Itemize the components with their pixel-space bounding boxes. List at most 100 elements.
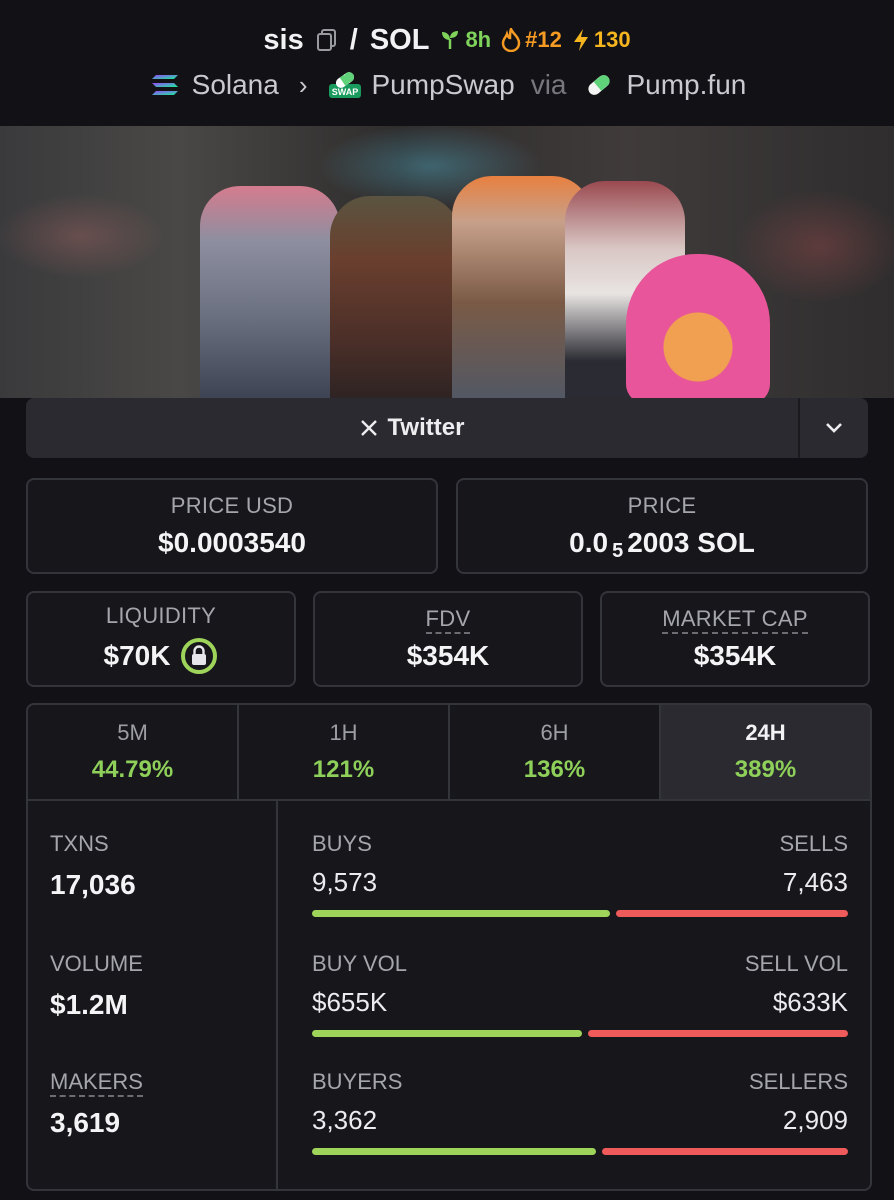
price-native-box: PRICE 0.0 5 2003 SOL xyxy=(456,478,868,574)
boost-count: 130 xyxy=(593,27,631,52)
lock-icon[interactable] xyxy=(180,637,218,675)
fdv-label: FDV xyxy=(425,606,471,634)
price-native-label: PRICE xyxy=(627,493,697,518)
lightning-icon xyxy=(573,29,588,51)
token-symbol: sis xyxy=(263,23,304,56)
volume-label: VOLUME xyxy=(50,951,143,976)
liquidity-value: $70K xyxy=(103,640,171,671)
pumpswap-icon: SWAP xyxy=(328,72,361,98)
token-banner-image xyxy=(0,126,894,398)
makers-metric[interactable]: MAKERS 3,619 xyxy=(50,1069,143,1139)
makers-bar xyxy=(312,1148,848,1155)
sprout-icon xyxy=(442,31,459,49)
activity-panel: 5M 44.79% 1H 121% 6H 136% 24H 389% TXNS … xyxy=(26,703,872,1191)
fdv-value: $354K xyxy=(406,640,490,671)
title-row: sis / SOL 8h #12 130 xyxy=(0,20,894,60)
sell-vol-label: SELL VOL xyxy=(744,951,848,976)
buy-bar-fill xyxy=(312,1030,582,1037)
buyers-sellers-split: BUYERS SELLERS 3,362 2,909 xyxy=(312,1069,848,1155)
price-usd-box: PRICE USD $0.0003540 xyxy=(26,478,438,574)
quote-symbol: SOL xyxy=(369,23,430,56)
age-value: 8h xyxy=(465,27,492,52)
sell-bar-fill xyxy=(588,1030,848,1037)
tab-label: 24H xyxy=(745,720,786,745)
twitter-label: Twitter xyxy=(387,414,465,441)
sellers-label: SELLERS xyxy=(748,1069,848,1094)
price-usd-value: $0.0003540 xyxy=(158,527,306,558)
sell-bar-fill xyxy=(616,910,848,917)
price-suffix: 2003 SOL xyxy=(627,527,755,558)
breadcrumb: Solana › SWAP PumpSwap via Pump.fun xyxy=(0,66,894,104)
tab-1h[interactable]: 1H 121% xyxy=(239,705,450,799)
age-badge: 8h xyxy=(439,27,491,53)
tab-change: 389% xyxy=(734,756,797,783)
buyers-label: BUYERS xyxy=(312,1069,403,1094)
totals-column: TXNS 17,036 VOLUME $1.2M MAKERS 3,619 xyxy=(28,801,278,1189)
twitter-button[interactable]: Twitter xyxy=(26,398,800,458)
boost-badge[interactable]: 130 xyxy=(572,27,631,53)
svg-text:SWAP: SWAP xyxy=(331,87,358,97)
tab-label: 6H xyxy=(540,720,569,745)
buy-vol-value: $655K xyxy=(312,987,388,1017)
liquidity-row: $70K xyxy=(104,637,219,675)
copy-icon[interactable] xyxy=(316,28,338,52)
makers-label: MAKERS xyxy=(50,1069,143,1097)
trending-badge[interactable]: #12 xyxy=(501,27,562,53)
tab-change: 121% xyxy=(312,756,375,783)
sell-vol-value: $633K xyxy=(772,987,848,1017)
chevron-right-icon: › xyxy=(298,69,308,100)
sells-value: 7,463 xyxy=(782,867,848,897)
chain-link[interactable]: Solana xyxy=(192,69,279,101)
txns-value: 17,036 xyxy=(50,869,136,900)
volume-metric: VOLUME $1.2M xyxy=(50,951,143,1021)
buys-label: BUYS xyxy=(312,831,372,856)
sells-label: SELLS xyxy=(779,831,849,856)
sellers-value: 2,909 xyxy=(782,1105,848,1135)
socials-dropdown-button[interactable] xyxy=(800,398,868,458)
x-logo-icon xyxy=(360,420,377,436)
price-zero-count: 5 xyxy=(612,539,624,562)
buys-sells-bar xyxy=(312,910,848,917)
buys-sells-split: BUYS SELLS 9,573 7,463 xyxy=(312,831,848,917)
timeframe-tabs: 5M 44.79% 1H 121% 6H 136% 24H 389% xyxy=(28,705,870,801)
txns-metric: TXNS 17,036 xyxy=(50,831,136,901)
tab-change: 136% xyxy=(523,756,586,783)
launchpad-link[interactable]: Pump.fun xyxy=(626,69,746,101)
liquidity-box: LIQUIDITY $70K xyxy=(26,591,296,687)
tab-label: 1H xyxy=(329,720,358,745)
price-usd-label: PRICE USD xyxy=(170,493,294,518)
tab-change: 44.79% xyxy=(91,756,174,783)
tab-5m[interactable]: 5M 44.79% xyxy=(28,705,239,799)
tab-6h[interactable]: 6H 136% xyxy=(450,705,661,799)
tab-24h[interactable]: 24H 389% xyxy=(661,705,870,799)
sell-bar-fill xyxy=(602,1148,848,1155)
pair-separator: / xyxy=(349,23,358,56)
market-cap-box[interactable]: MARKET CAP $354K xyxy=(600,591,870,687)
liquidity-label: LIQUIDITY xyxy=(105,603,217,628)
buy-bar-fill xyxy=(312,1148,596,1155)
buy-bar-fill xyxy=(312,910,610,917)
flame-icon xyxy=(501,28,521,52)
txns-label: TXNS xyxy=(50,831,109,856)
price-native-value: 0.0 5 2003 SOL xyxy=(569,527,755,562)
market-cap-value: $354K xyxy=(693,640,777,671)
price-prefix: 0.0 xyxy=(569,527,609,558)
volume-value: $1.2M xyxy=(50,989,128,1020)
pill-icon xyxy=(588,75,611,95)
volume-bar xyxy=(312,1030,848,1037)
fdv-box[interactable]: FDV $354K xyxy=(313,591,583,687)
social-links-bar: Twitter xyxy=(26,398,868,458)
chevron-down-icon xyxy=(826,423,842,433)
dex-link[interactable]: PumpSwap xyxy=(372,69,515,101)
solana-icon xyxy=(151,75,178,95)
token-header: sis / SOL 8h #12 130 Solana › SWAP PumpS… xyxy=(0,0,894,126)
buy-sell-volume-split: BUY VOL SELL VOL $655K $633K xyxy=(312,951,848,1037)
buy-sell-column: BUYS SELLS 9,573 7,463 BUY VOL SELL VOL … xyxy=(312,801,848,1189)
buyers-value: 3,362 xyxy=(312,1105,378,1135)
via-label: via xyxy=(530,69,567,100)
makers-value: 3,619 xyxy=(50,1107,121,1138)
tab-label: 5M xyxy=(117,720,148,745)
buys-value: 9,573 xyxy=(312,867,378,897)
market-cap-label: MARKET CAP xyxy=(662,606,808,634)
buy-vol-label: BUY VOL xyxy=(312,951,407,976)
